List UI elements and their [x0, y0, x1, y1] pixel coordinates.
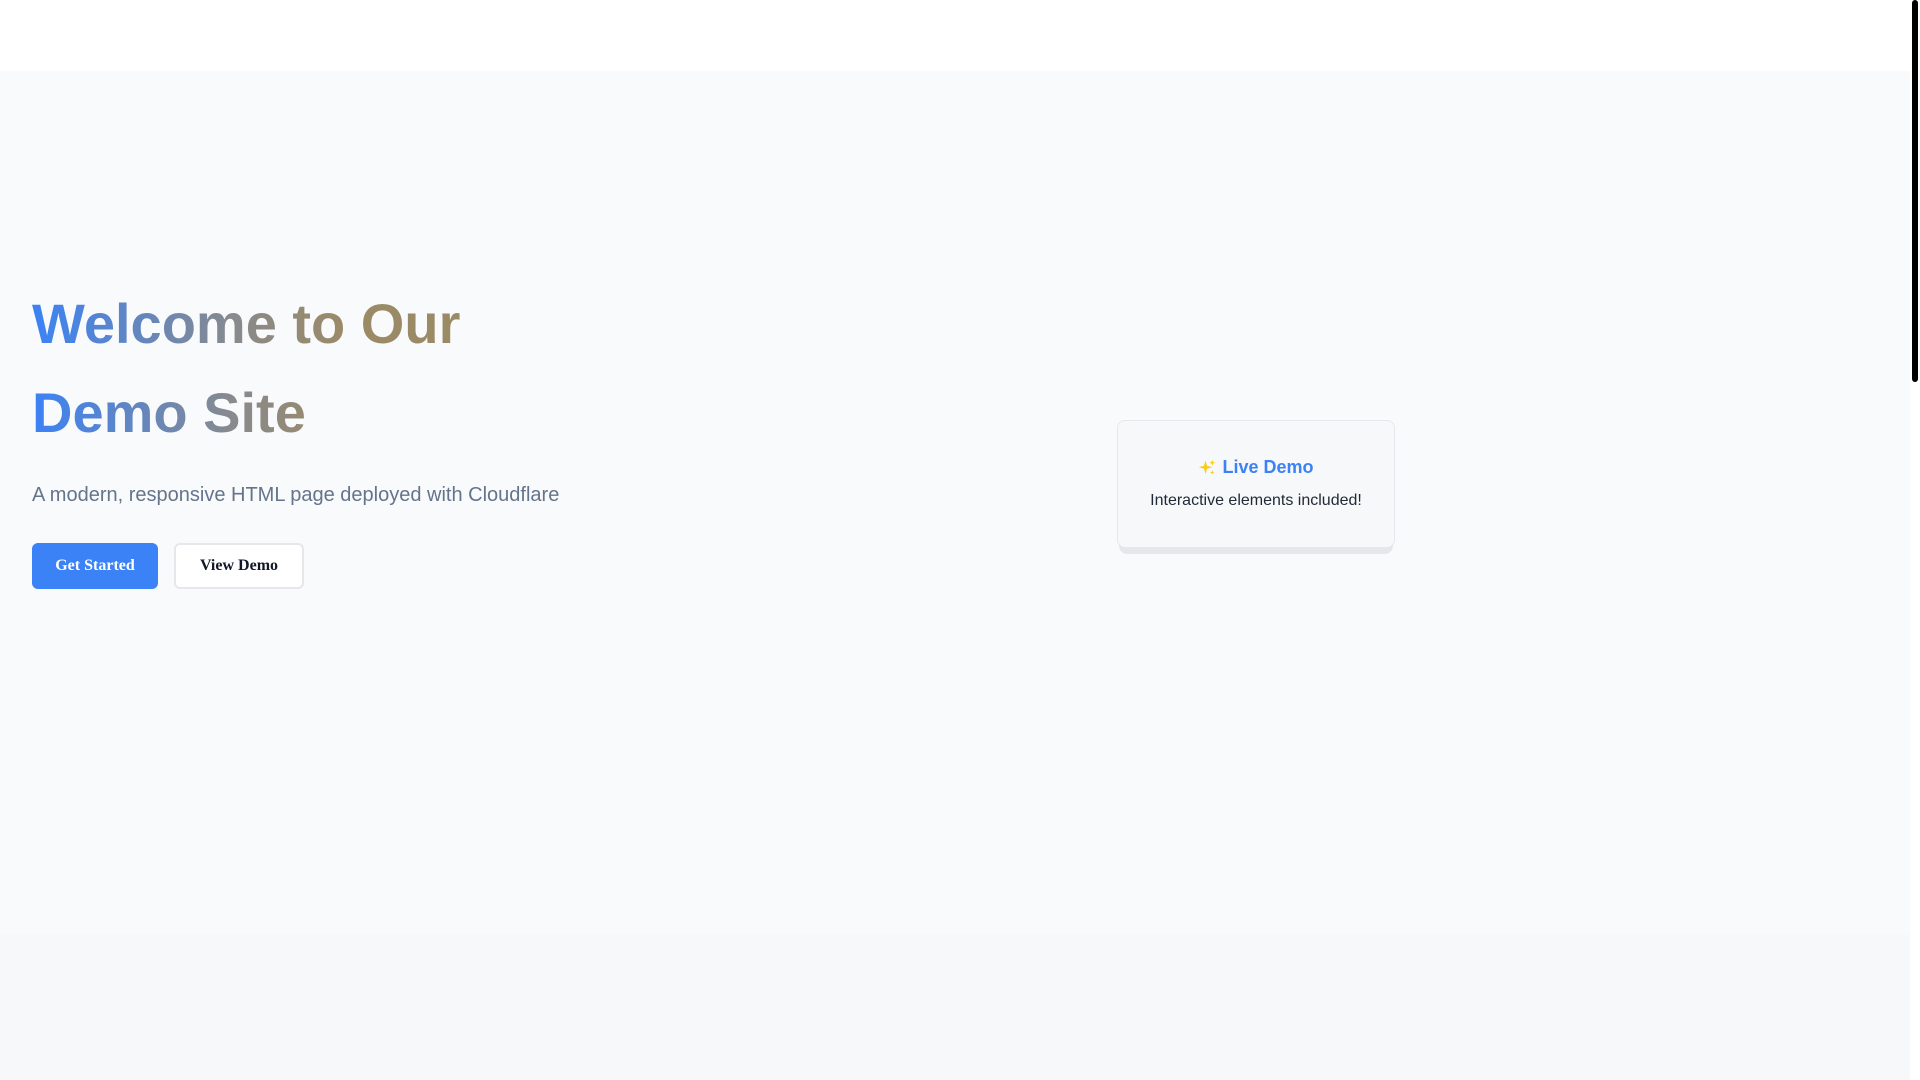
- scrollbar-thumb[interactable]: [1912, 0, 1918, 382]
- hero-subtitle: A modern, responsive HTML page deployed …: [32, 484, 560, 506]
- hero-buttons: Get Started View Demo: [32, 543, 732, 589]
- sparkle-icon: [1199, 459, 1216, 475]
- demo-card-title: Live Demo: [1118, 421, 1394, 478]
- hero-content: Welcome to Our Demo Site A modern, respo…: [32, 279, 732, 589]
- demo-card-container: Live Demo Interactive elements included!: [1117, 420, 1395, 554]
- demo-card-title-text: Live Demo: [1222, 457, 1314, 477]
- vertical-scrollbar[interactable]: [1910, 0, 1920, 1080]
- view-demo-button[interactable]: View Demo: [174, 543, 304, 589]
- get-started-button[interactable]: Get Started: [32, 543, 158, 589]
- page: Welcome to Our Demo Site A modern, respo…: [0, 0, 1920, 1080]
- hero-title: Welcome to Our Demo Site: [32, 279, 552, 457]
- demo-card-text: Interactive elements included!: [1150, 492, 1362, 509]
- top-bar: [0, 0, 1910, 71]
- bottom-section: [0, 935, 1910, 1080]
- demo-card[interactable]: Live Demo Interactive elements included!: [1117, 420, 1395, 548]
